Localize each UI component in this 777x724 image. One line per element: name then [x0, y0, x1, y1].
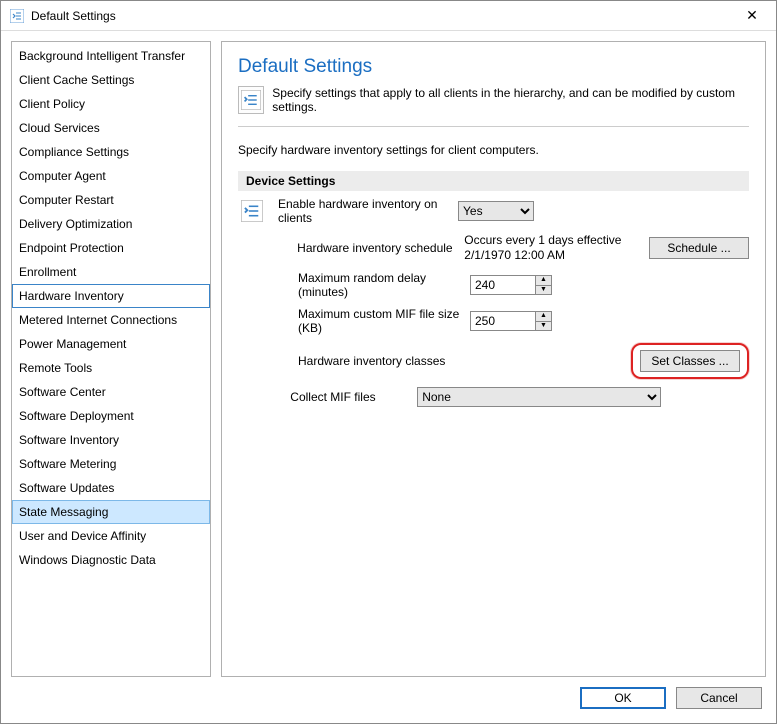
sidebar-item[interactable]: Computer Agent [12, 164, 210, 188]
sidebar-item[interactable]: Software Center [12, 380, 210, 404]
section-header: Device Settings [238, 171, 749, 191]
row-mif-size: Maximum custom MIF file size (KB) ▲ ▼ [238, 307, 749, 335]
set-classes-button[interactable]: Set Classes ... [640, 350, 740, 372]
row-enable-hw-inv: Enable hardware inventory on clients Yes [238, 197, 749, 225]
mif-size-input[interactable] [470, 311, 536, 331]
hw-classes-label: Hardware inventory classes [274, 354, 462, 368]
content-area: Background Intelligent TransferClient Ca… [1, 31, 776, 677]
category-sidebar[interactable]: Background Intelligent TransferClient Ca… [11, 41, 211, 677]
sidebar-item[interactable]: Hardware Inventory [12, 284, 210, 308]
schedule-label: Hardware inventory schedule [273, 241, 456, 255]
settings-table: Enable hardware inventory on clients Yes… [238, 191, 749, 407]
row-random-delay: Maximum random delay (minutes) ▲ ▼ [238, 271, 749, 299]
collect-mif-label: Collect MIF files [266, 390, 409, 404]
collect-mif-select[interactable]: None [417, 387, 661, 407]
row-hw-classes: Hardware inventory classes Set Classes .… [238, 343, 749, 379]
sidebar-item[interactable]: Background Intelligent Transfer [12, 44, 210, 68]
spinner-down-icon[interactable]: ▼ [536, 286, 551, 295]
row-collect-mif: Collect MIF files None [238, 387, 749, 407]
settings-icon [9, 8, 25, 24]
spinner-up-icon[interactable]: ▲ [536, 312, 551, 322]
page-title: Default Settings [238, 56, 749, 78]
sidebar-item[interactable]: Cloud Services [12, 116, 210, 140]
enable-hw-inv-label: Enable hardware inventory on clients [274, 197, 450, 225]
sidebar-item[interactable]: Remote Tools [12, 356, 210, 380]
divider [238, 126, 749, 127]
row-schedule: Hardware inventory schedule Occurs every… [238, 233, 749, 263]
spinner-up-icon[interactable]: ▲ [536, 276, 551, 286]
sidebar-item[interactable]: Software Deployment [12, 404, 210, 428]
sidebar-item[interactable]: Compliance Settings [12, 140, 210, 164]
page-subheading: Specify settings that apply to all clien… [272, 86, 749, 114]
set-classes-highlight: Set Classes ... [631, 343, 749, 379]
enable-hw-inv-select[interactable]: Yes [458, 201, 534, 221]
window-title: Default Settings [31, 9, 732, 23]
schedule-text: Occurs every 1 days effective 2/1/1970 1… [464, 233, 634, 263]
intro-text: Specify hardware inventory settings for … [238, 143, 749, 157]
sidebar-item[interactable]: Computer Restart [12, 188, 210, 212]
sidebar-item[interactable]: Client Policy [12, 92, 210, 116]
close-button[interactable]: ✕ [732, 2, 772, 30]
sidebar-item[interactable]: Software Metering [12, 452, 210, 476]
sidebar-item[interactable]: Power Management [12, 332, 210, 356]
spinner-down-icon[interactable]: ▼ [536, 322, 551, 331]
mif-size-label: Maximum custom MIF file size (KB) [274, 307, 462, 335]
sidebar-item[interactable]: Software Updates [12, 476, 210, 500]
settings-list-icon [238, 86, 264, 114]
titlebar: Default Settings ✕ [1, 1, 776, 31]
random-delay-spinner[interactable]: ▲ ▼ [470, 275, 552, 295]
sidebar-item[interactable]: Enrollment [12, 260, 210, 284]
sidebar-item[interactable]: Delivery Optimization [12, 212, 210, 236]
ok-button[interactable]: OK [580, 687, 666, 709]
sidebar-item[interactable]: User and Device Affinity [12, 524, 210, 548]
sidebar-item[interactable]: Endpoint Protection [12, 236, 210, 260]
mif-size-spinner[interactable]: ▲ ▼ [470, 311, 552, 331]
settings-window: Default Settings ✕ Background Intelligen… [0, 0, 777, 724]
sidebar-item[interactable]: Metered Internet Connections [12, 308, 210, 332]
sidebar-item[interactable]: Client Cache Settings [12, 68, 210, 92]
random-delay-input[interactable] [470, 275, 536, 295]
settings-list-icon [241, 200, 263, 222]
cancel-button[interactable]: Cancel [676, 687, 762, 709]
dialog-footer: OK Cancel [1, 677, 776, 723]
main-panel: Default Settings Specify settings that a… [221, 41, 766, 677]
sidebar-item[interactable]: State Messaging [12, 500, 210, 524]
schedule-button[interactable]: Schedule ... [649, 237, 749, 259]
sidebar-item[interactable]: Windows Diagnostic Data [12, 548, 210, 572]
header-row: Specify settings that apply to all clien… [238, 86, 749, 114]
sidebar-item[interactable]: Software Inventory [12, 428, 210, 452]
random-delay-label: Maximum random delay (minutes) [274, 271, 462, 299]
